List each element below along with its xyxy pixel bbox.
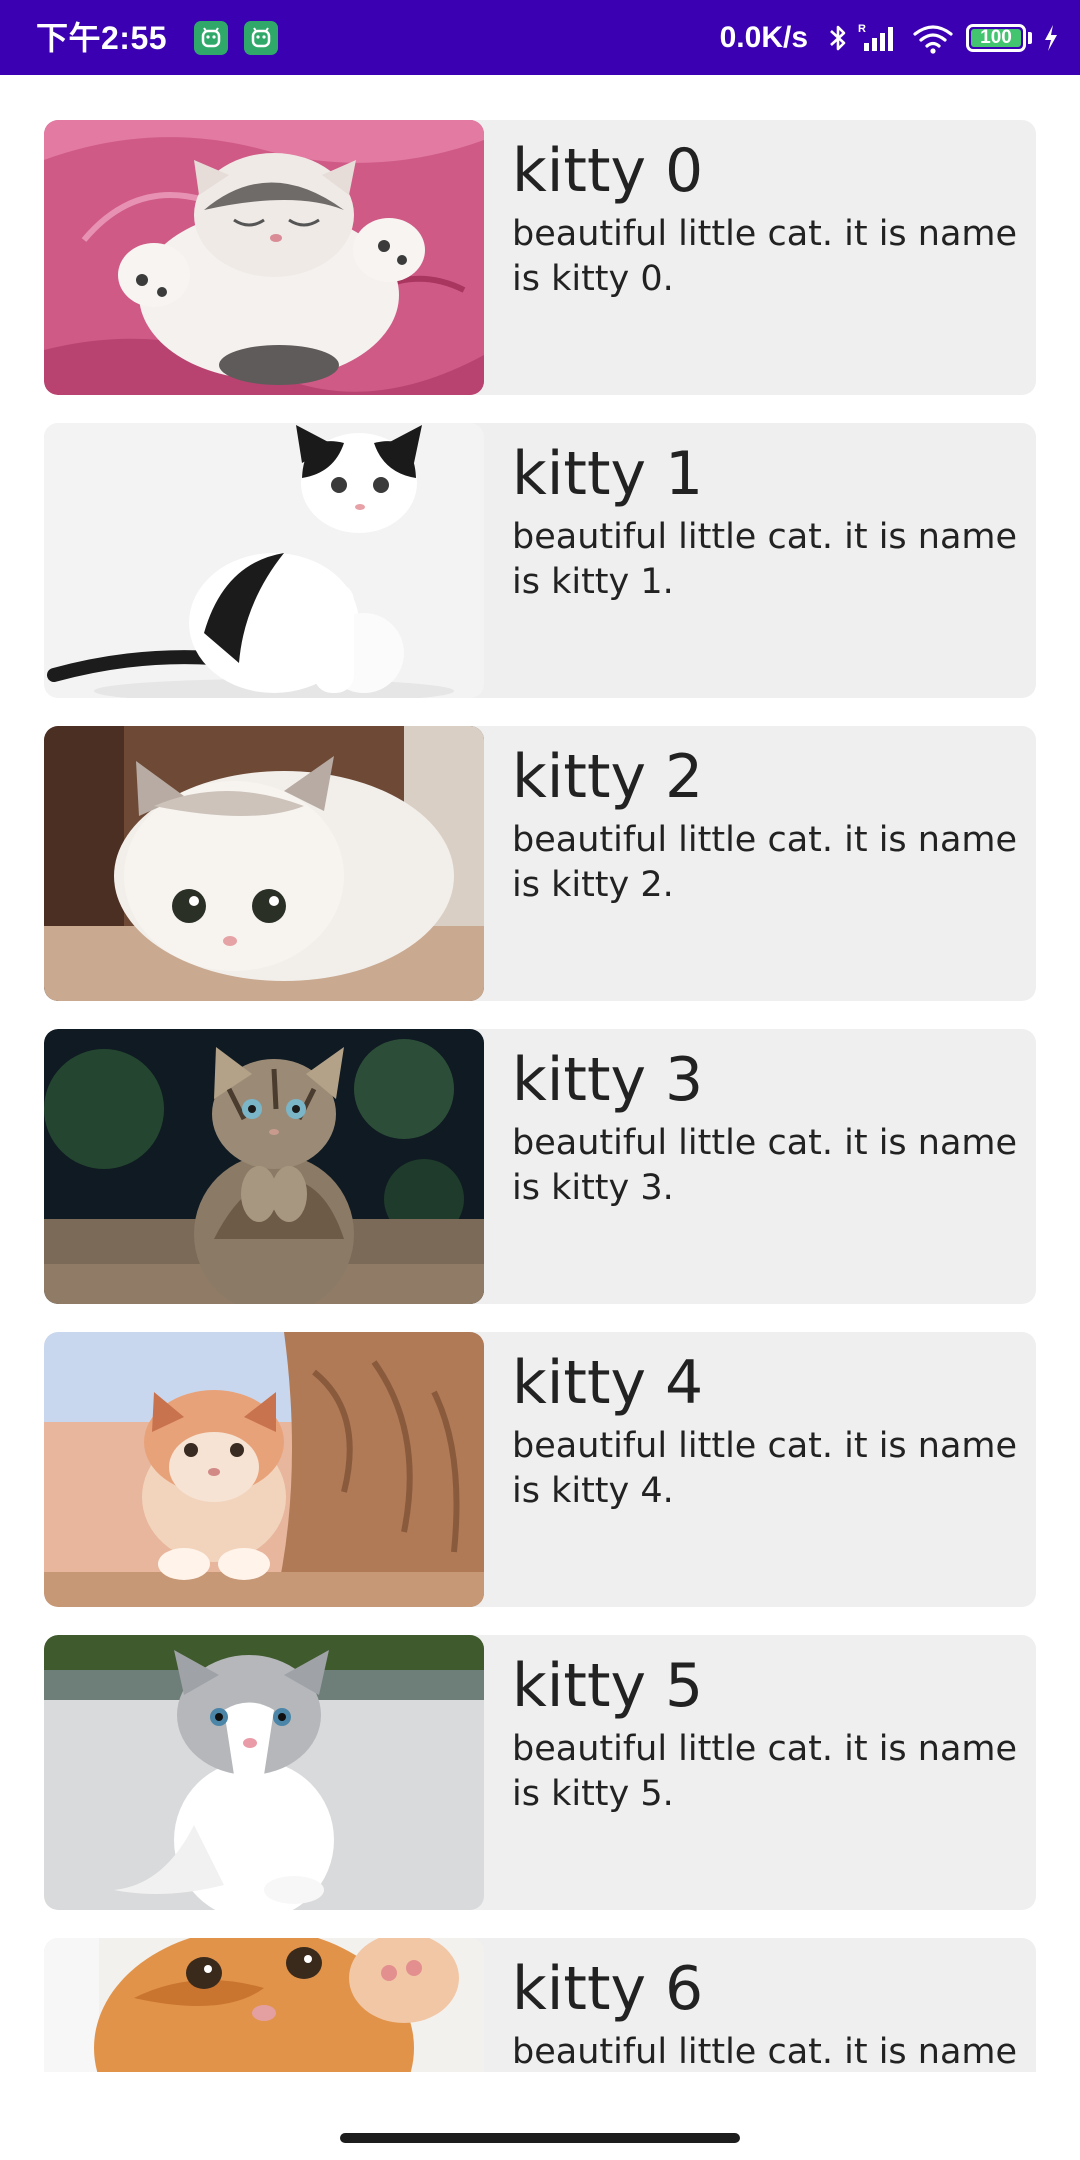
kitty-card[interactable]: kitty 0 beautiful little cat. it is name…: [44, 120, 1036, 395]
signal-icon: R: [858, 23, 893, 51]
kitty-photo: [44, 1635, 484, 1910]
kitty-card[interactable]: kitty 6 beautiful little cat. it is name…: [44, 1938, 1036, 2072]
kitty-photo: [44, 423, 484, 698]
kitty-photo: [44, 726, 484, 1001]
battery-tip: [1028, 32, 1032, 44]
kitty-list[interactable]: kitty 0 beautiful little cat. it is name…: [0, 75, 1080, 2072]
battery-level: 100: [980, 27, 1012, 48]
kitty-description: beautiful little cat. it is name is kitt…: [512, 1426, 1018, 1511]
battery-icon: 100: [966, 24, 1026, 52]
home-gesture-bar[interactable]: [340, 2133, 740, 2143]
kitty-description: beautiful little cat. it is name is kitt…: [512, 214, 1018, 299]
kitty-description: beautiful little cat. it is name is kitt…: [512, 820, 1018, 905]
kitty-card[interactable]: kitty 3 beautiful little cat. it is name…: [44, 1029, 1036, 1304]
kitty-card[interactable]: kitty 5 beautiful little cat. it is name…: [44, 1635, 1036, 1910]
status-icons: 0.0K/s R 100: [720, 18, 1060, 58]
kitty-title: kitty 6: [512, 1954, 704, 2024]
app-notification-icon: [244, 21, 278, 55]
kitty-photo: [44, 1938, 484, 2072]
kitty-title: kitty 3: [512, 1045, 704, 1115]
kitty-title: kitty 0: [512, 136, 704, 206]
wifi-icon: [913, 25, 953, 54]
kitty-title: kitty 2: [512, 742, 704, 812]
kitty-photo: [44, 120, 484, 395]
kitty-title: kitty 5: [512, 1651, 704, 1721]
kitty-description: beautiful little cat. it is name is kitt…: [512, 517, 1018, 602]
charging-icon: [1045, 25, 1057, 51]
status-bar: 下午2:55 0.0K/s R 100: [0, 0, 1080, 75]
kitty-description: beautiful little cat. it is name is kitt…: [512, 2032, 1018, 2072]
kitty-description: beautiful little cat. it is name is kitt…: [512, 1729, 1018, 1814]
kitty-photo: [44, 1332, 484, 1607]
app-notification-icon: [194, 21, 228, 55]
bluetooth-icon: [830, 25, 846, 51]
kitty-description: beautiful little cat. it is name is kitt…: [512, 1123, 1018, 1208]
kitty-photo: [44, 1029, 484, 1304]
kitty-card[interactable]: kitty 2 beautiful little cat. it is name…: [44, 726, 1036, 1001]
status-time: 下午2:55: [36, 20, 168, 56]
network-speed: 0.0K/s: [719, 21, 808, 54]
kitty-title: kitty 1: [512, 439, 704, 509]
svg-text:R: R: [858, 23, 866, 35]
kitty-card[interactable]: kitty 1 beautiful little cat. it is name…: [44, 423, 1036, 698]
kitty-title: kitty 4: [512, 1348, 704, 1418]
kitty-card[interactable]: kitty 4 beautiful little cat. it is name…: [44, 1332, 1036, 1607]
